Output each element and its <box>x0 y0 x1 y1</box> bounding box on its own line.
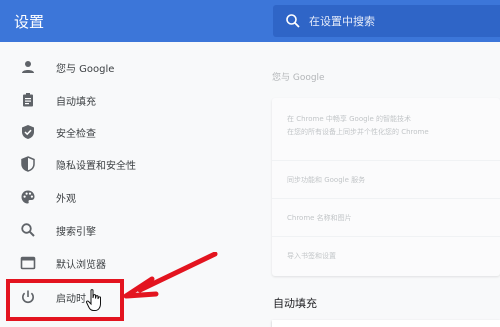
sync-services-row[interactable]: 同步功能和 Google 服务 <box>272 160 500 198</box>
highlight-box <box>6 279 124 321</box>
chrome-name-picture-row[interactable]: Chrome 名称和图片 <box>272 198 500 236</box>
person-icon <box>22 61 34 73</box>
row-title: 在 Chrome 中畅享 Google 的智能技术 <box>287 115 412 123</box>
top-bar: 设置 <box>0 0 500 42</box>
sidebar-item-you-and-google[interactable]: 您与 Google <box>0 52 250 82</box>
sync-promo-row[interactable]: 在 Chrome 中畅享 Google 的智能技术 在您的所有设备上同步并个性化… <box>272 98 500 160</box>
row-title: 同步功能和 Google 服务 <box>287 176 366 184</box>
row-subtitle: 在您的所有设备上同步并个性化您的 Chrome <box>287 128 429 136</box>
browser-icon <box>20 256 36 270</box>
autofill-section-title: 自动填充 <box>273 297 317 310</box>
page-title: 设置 <box>14 13 45 31</box>
search-icon <box>286 14 300 28</box>
palette-icon <box>21 190 35 204</box>
sidebar-item-autofill[interactable]: 自动填充 <box>0 85 250 115</box>
you-and-google-card: 在 Chrome 中畅享 Google 的智能技术 在您的所有设备上同步并个性化… <box>272 98 500 276</box>
sidebar-item-label: 安全检查 <box>56 129 96 140</box>
sidebar-item-label: 外观 <box>56 194 76 205</box>
shield-half-icon <box>21 156 35 172</box>
settings-main: 您与 Google 在 Chrome 中畅享 Google 的智能技术 在您的所… <box>257 42 500 327</box>
autofill-card <box>272 320 500 327</box>
sidebar-item-label: 您与 Google <box>56 64 115 75</box>
clipboard-icon <box>23 93 33 107</box>
red-arrow-annotation <box>123 252 218 299</box>
section-title: 您与 Google <box>272 73 325 83</box>
import-bookmarks-row[interactable]: 导入书签和设置 <box>272 236 500 276</box>
sidebar-item-label: 默认浏览器 <box>56 260 106 271</box>
search-box[interactable] <box>273 5 500 37</box>
search-icon <box>21 223 35 237</box>
sidebar-item-appearance[interactable]: 外观 <box>0 182 250 212</box>
row-title: Chrome 名称和图片 <box>287 214 352 222</box>
shield-check-icon <box>22 125 34 139</box>
sidebar-item-safety-check[interactable]: 安全检查 <box>0 117 250 147</box>
sidebar-item-label: 隐私设置和安全性 <box>56 161 136 172</box>
sidebar-item-label: 自动填充 <box>56 97 96 108</box>
sidebar-item-search-engine[interactable]: 搜索引擎 <box>0 215 250 245</box>
hand-cursor-icon <box>86 289 101 311</box>
sidebar-item-label: 搜索引擎 <box>56 227 96 238</box>
row-title: 导入书签和设置 <box>287 252 336 260</box>
sidebar-item-privacy-security[interactable]: 隐私设置和安全性 <box>0 149 250 179</box>
search-input[interactable] <box>309 11 489 31</box>
